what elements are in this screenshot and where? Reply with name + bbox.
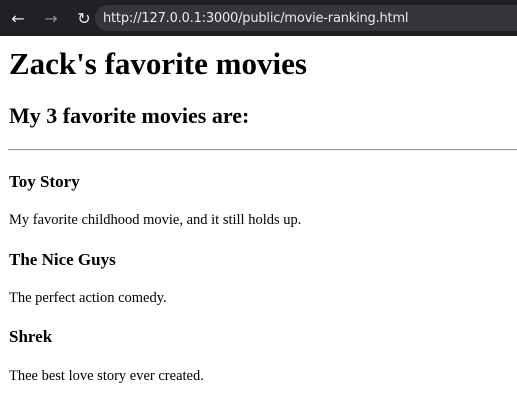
movie-description: My favorite childhood movie, and it stil… (9, 212, 302, 228)
forward-arrow-icon[interactable]: → (41, 8, 61, 28)
movie-title: Toy Story (9, 172, 80, 191)
address-url[interactable]: http://127.0.0.1:3000/public/movie-ranki… (103, 11, 409, 26)
movie-description: The perfect action comedy. (9, 290, 167, 306)
movie-title: The Nice Guys (9, 250, 116, 269)
page-subtitle: My 3 favorite movies are: (9, 103, 250, 128)
movie-description: Thee best love story ever created. (9, 368, 204, 384)
page-title: Zack's favorite movies (9, 46, 307, 81)
back-arrow-icon[interactable]: ← (8, 8, 28, 28)
reload-icon[interactable]: ↻ (74, 8, 94, 28)
movie-title: Shrek (9, 327, 53, 346)
browser-toolbar: ← → ↻ http://127.0.0.1:3000/public/movie… (0, 0, 517, 36)
page-content: Zack's favorite movies My 3 favorite mov… (0, 36, 517, 407)
address-bar[interactable]: http://127.0.0.1:3000/public/movie-ranki… (95, 5, 517, 31)
horizontal-rule (8, 149, 517, 151)
